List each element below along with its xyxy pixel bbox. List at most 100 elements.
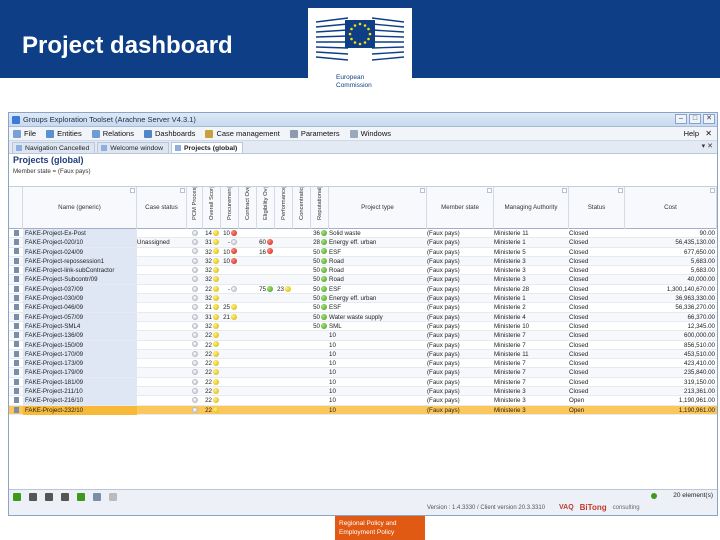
menu-item-5[interactable]: Parameters	[289, 129, 340, 138]
remove-icon[interactable]	[109, 493, 117, 501]
column-header-1[interactable]: Name (generic)	[23, 187, 137, 229]
bitong-logo: BiTong	[579, 503, 607, 512]
column-filter-icon[interactable]	[192, 187, 197, 188]
case-status	[137, 322, 187, 331]
table-row[interactable]: FAKE-Project-020/10 Unassigned 31 - 60 28 Ener…	[9, 238, 717, 248]
tab-2[interactable]: Projects (global)	[171, 142, 244, 153]
column-header-10[interactable]: Reputational Overall Score	[311, 187, 329, 229]
column-header-0[interactable]	[9, 187, 23, 229]
pcm-score-cell	[187, 266, 203, 275]
score-cell-cn	[293, 406, 311, 415]
table-row[interactable]: FAKE-Project-024/09 32 10 16 50 ESF (Faux pays…	[9, 247, 717, 257]
column-filter-icon[interactable]	[487, 188, 492, 193]
column-header-13[interactable]: Managing Authority	[494, 187, 569, 229]
column-header-7[interactable]: Eligibility Overall Score	[257, 187, 275, 229]
score-cell-pe	[275, 359, 293, 368]
column-filter-icon[interactable]	[299, 187, 304, 188]
close-button[interactable]: ✕	[703, 114, 715, 124]
column-header-4[interactable]: Overall Score	[203, 187, 221, 229]
table-row[interactable]: FAKE-Project-057/09 31 21 50 Water waste sup…	[9, 312, 717, 322]
filter-icon[interactable]	[29, 493, 37, 501]
status-light-icon	[192, 341, 198, 348]
column-filter-icon[interactable]	[245, 187, 250, 188]
column-header-3[interactable]: PCM Process Score	[187, 187, 203, 229]
score-cell-re	[311, 331, 329, 340]
european-commission-logo: European Commission	[308, 8, 412, 102]
minimize-button[interactable]: –	[675, 114, 687, 124]
column-filter-icon[interactable]	[562, 188, 567, 193]
sort-icon[interactable]	[45, 493, 53, 501]
column-header-12[interactable]: Member state	[427, 187, 494, 229]
table-row[interactable]: FAKE-Project-150/09 22 10 (Faux pays) Minist…	[9, 340, 717, 350]
table-row[interactable]: FAKE-Project-136/09 22 10 (Faux pays) Minist…	[9, 331, 717, 341]
table-row[interactable]: FAKE-Project-173/09 22 10 (Faux pays) Minist…	[9, 359, 717, 369]
add-icon[interactable]	[77, 493, 85, 501]
table-row[interactable]: FAKE-Project-216/10 22 10 (Faux pays) Minist…	[9, 396, 717, 406]
table-row[interactable]: FAKE-Project-037/09 22 - 75 23 50 ESF (Faux pay…	[9, 284, 717, 295]
table-row[interactable]: FAKE-Project-179/09 22 10 (Faux pays) Minist…	[9, 368, 717, 378]
table-row[interactable]: FAKE-Project-211/10 22 10 (Faux pays) Minist…	[9, 387, 717, 397]
menu-item-3[interactable]: Dashboards	[143, 129, 195, 138]
menu-item-0[interactable]: File	[13, 129, 36, 138]
tab-0[interactable]: Navigation Cancelled	[12, 142, 96, 153]
score-cell-pr: 10	[221, 257, 239, 266]
score-light-icon	[213, 304, 219, 311]
column-header-9[interactable]: Concentration Overall Score	[293, 187, 311, 229]
export-icon[interactable]	[93, 493, 101, 501]
score-cell-pr	[221, 266, 239, 275]
help-menu[interactable]: Help	[684, 127, 699, 141]
tab-controls[interactable]: ▾ ✕	[702, 142, 713, 150]
score-value: -	[227, 285, 230, 293]
score-cell-re: 50	[311, 303, 329, 312]
project-type: Road	[329, 276, 344, 284]
menu-item-2[interactable]: Relations	[91, 129, 134, 138]
column-filter-icon[interactable]	[618, 188, 623, 193]
menu-item-6[interactable]: Windows	[349, 129, 391, 138]
column-filter-icon[interactable]	[263, 187, 268, 188]
column-filter-icon[interactable]	[227, 187, 232, 188]
refresh-icon[interactable]	[13, 493, 21, 501]
menu-item-1[interactable]: Entities	[46, 129, 82, 138]
table-row[interactable]: FAKE-Project-repossession1 32 10 50 Road (Fau…	[9, 256, 717, 267]
project-status: Closed	[569, 267, 589, 275]
column-filter-icon[interactable]	[281, 187, 286, 188]
table-row[interactable]: FAKE-Project-170/09 22 10 (Faux pays) Minist…	[9, 349, 717, 360]
menu-item-4[interactable]: Case management	[205, 129, 280, 138]
table-row[interactable]: FAKE-Project-181/09 22 10 (Faux pays) Minist…	[9, 377, 717, 388]
project-name: FAKE-Project-Subcontr/09	[23, 275, 137, 285]
project-type: Road	[329, 257, 344, 265]
column-header-8[interactable]: Performance Overall Score	[275, 187, 293, 229]
project-name: FAKE-Project-link-subContractor	[23, 266, 137, 276]
score-light-icon	[321, 267, 327, 274]
score-cell-re: 50	[311, 313, 329, 322]
status-light-icon	[192, 387, 198, 394]
column-header-2[interactable]: Case status	[137, 187, 187, 229]
column-filter-icon[interactable]	[209, 187, 214, 188]
column-filter-icon[interactable]	[180, 188, 185, 193]
columns-icon[interactable]	[61, 493, 69, 501]
column-header-11[interactable]: Project type	[329, 187, 427, 229]
column-filter-icon[interactable]	[420, 188, 425, 193]
column-header-14[interactable]: Status	[569, 187, 625, 229]
member-state: (Faux pays)	[427, 369, 460, 377]
project-status: Closed	[569, 369, 589, 377]
column-filter-icon[interactable]	[710, 188, 715, 193]
score-value: 75	[259, 285, 266, 293]
score-cell-pe	[275, 406, 293, 415]
column-header-5[interactable]: Procurement Overall Score	[221, 187, 239, 229]
column-filter-icon[interactable]	[317, 187, 322, 188]
column-header-15[interactable]: Cost	[625, 187, 717, 229]
close-icon[interactable]: ✕	[705, 127, 712, 141]
table-row[interactable]: FAKE-Project-Subcontr/09 32 50 Road (Faux pa…	[9, 275, 717, 285]
table-row[interactable]: FAKE-Project-030/09 32 50 Energy eff. urban…	[9, 294, 717, 304]
table-row[interactable]: FAKE-Project-232/10 22 10 (Faux pays) Minist…	[9, 405, 717, 415]
maximize-button[interactable]: □	[689, 114, 701, 124]
table-row[interactable]: FAKE-Project-link-subContractor 32 50 Road (…	[9, 266, 717, 276]
column-filter-icon[interactable]	[130, 188, 135, 193]
tab-1[interactable]: Welcome window	[97, 142, 169, 153]
table-row[interactable]: FAKE-Project-Ex-Post 14 10 36 Solid waste (Fa…	[9, 229, 717, 239]
score-light-icon	[231, 313, 237, 320]
table-row[interactable]: FAKE-Project-SML4 32 50 SML (Faux pays) Minis…	[9, 321, 717, 332]
table-row[interactable]: FAKE-Project-046/09 21 25 50 ESF (Faux pays) M…	[9, 303, 717, 313]
column-header-6[interactable]: Contract Overall Score	[239, 187, 257, 229]
